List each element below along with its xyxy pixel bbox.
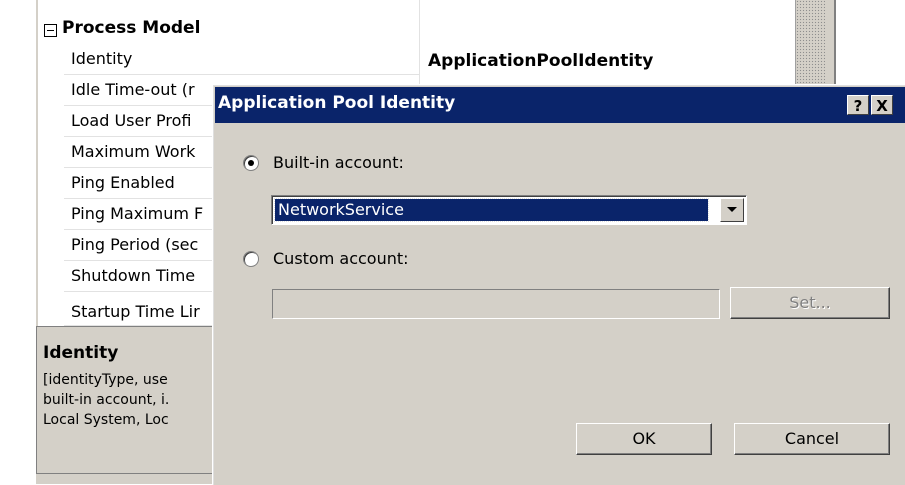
help-button[interactable]: ? [847,95,869,115]
property-name: Ping Maximum F [71,204,204,223]
cancel-button[interactable]: Cancel [734,423,890,455]
description-line: Local System, Loc [43,412,169,428]
property-name: Idle Time-out (r [71,80,195,99]
custom-account-field [272,289,720,319]
category-process-model[interactable]: Process Model [62,18,200,38]
property-name: Startup Time Lir [71,302,200,321]
application-pool-identity-dialog: Application Pool Identity ? X Built-in a… [212,84,905,485]
builtin-account-radio[interactable] [243,155,259,171]
dialog-title: Application Pool Identity [218,93,456,113]
close-button[interactable]: X [871,95,893,115]
property-name: Load User Profi [71,111,192,130]
custom-account-label[interactable]: Custom account: [273,249,409,268]
property-name: Identity [71,49,133,68]
ok-button[interactable]: OK [576,423,712,455]
custom-account-radio[interactable] [243,251,259,267]
dialog-titlebar[interactable]: Application Pool Identity ? X [215,87,905,123]
description-title: Identity [43,343,119,363]
property-name: Ping Enabled [71,173,175,192]
description-line: built-in account, i. [43,392,170,408]
chevron-down-icon[interactable] [720,198,744,222]
property-value-identity[interactable]: ApplicationPoolIdentity [428,51,653,71]
property-name: Shutdown Time [71,266,196,285]
property-row-identity[interactable]: Identity [64,44,419,75]
description-line: [identityType, use [43,372,168,388]
set-button: Set... [730,287,890,319]
builtin-account-select[interactable]: NetworkService [271,195,747,225]
property-name: Maximum Work [71,142,196,161]
collapse-icon[interactable] [44,24,57,37]
builtin-account-selected: NetworkService [274,198,709,222]
property-name: Ping Period (sec [71,235,199,254]
builtin-account-label[interactable]: Built-in account: [273,153,404,172]
